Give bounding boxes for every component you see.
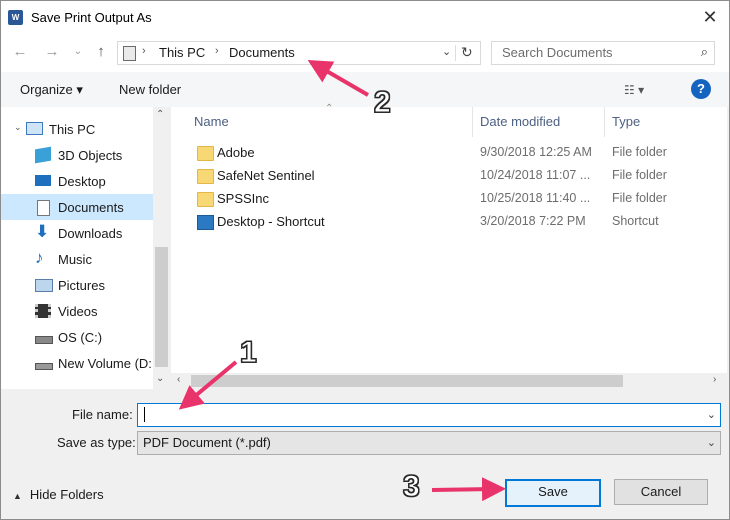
annotation-number-3: 3	[403, 470, 421, 504]
annotation-number-2: 2	[374, 86, 392, 120]
annotation-arrow-1	[178, 360, 238, 410]
annotation-arrow-2	[307, 59, 370, 97]
annotation-number-1: 1	[240, 336, 258, 370]
annotation-arrows	[178, 59, 506, 502]
annotation-arrow-3	[431, 477, 506, 502]
